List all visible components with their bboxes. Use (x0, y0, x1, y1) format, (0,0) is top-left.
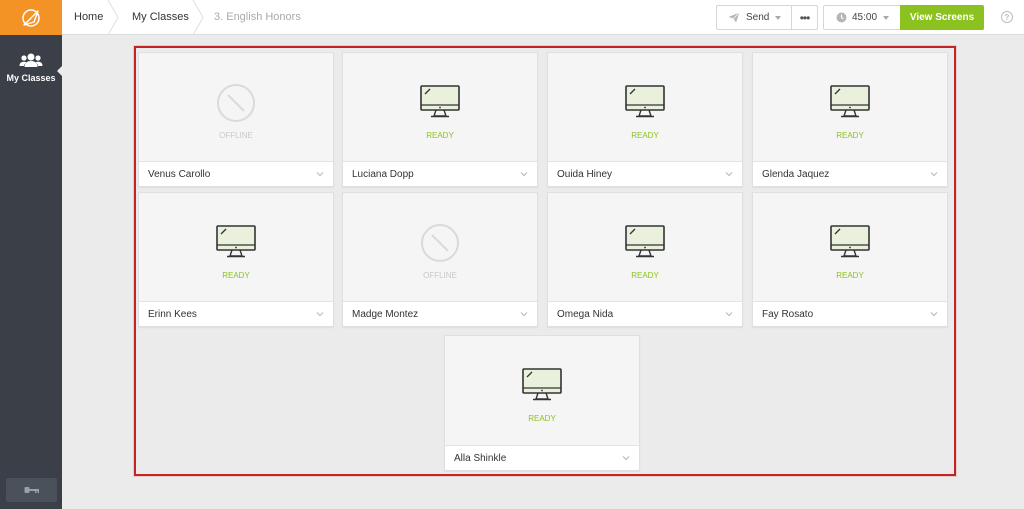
student-name: Madge Montez (352, 308, 419, 320)
student-name: Erinn Kees (148, 308, 197, 320)
student-card[interactable]: READY Fay Rosato (752, 192, 948, 327)
chevron-down-icon (622, 456, 630, 461)
student-screen[interactable]: OFFLINE (343, 193, 537, 303)
student-card[interactable]: OFFLINE Venus Carollo (138, 52, 334, 187)
student-screen[interactable]: READY (139, 193, 333, 303)
chevron-down-icon (725, 312, 733, 317)
student-name: Fay Rosato (762, 308, 814, 320)
active-indicator (57, 66, 62, 76)
monitor-icon (625, 225, 665, 264)
student-name-dropdown[interactable]: Erinn Kees (139, 301, 333, 326)
monitor-icon (216, 225, 256, 264)
chevron-down-icon (930, 172, 938, 177)
student-name: Luciana Dopp (352, 168, 414, 180)
student-status: READY (528, 414, 556, 423)
chevron-down-icon (883, 15, 890, 20)
monitor-icon (830, 225, 870, 264)
student-card[interactable]: READY Omega Nida (547, 192, 743, 327)
student-name-dropdown[interactable]: Omega Nida (548, 301, 742, 326)
monitor-icon (420, 85, 460, 124)
student-name-dropdown[interactable]: Glenda Jaquez (753, 161, 947, 186)
chevron-down-icon (316, 172, 324, 177)
key-icon (24, 487, 39, 493)
send-label: Send (746, 12, 770, 23)
breadcrumb-current: 3. English Honors (214, 11, 301, 23)
student-status: READY (836, 271, 864, 280)
student-status: OFFLINE (423, 271, 457, 280)
student-screen[interactable]: READY (343, 53, 537, 163)
help-icon[interactable]: ? (1001, 11, 1013, 23)
student-status: READY (631, 131, 659, 140)
monitor-icon (625, 85, 665, 124)
logo[interactable] (0, 0, 62, 35)
student-screen[interactable]: READY (548, 193, 742, 303)
view-screens-button[interactable]: View Screens (900, 5, 984, 30)
student-screen[interactable]: READY (445, 336, 639, 446)
more-options-button[interactable]: ••• (791, 5, 818, 30)
clock-icon (836, 12, 847, 23)
student-card[interactable]: READY Luciana Dopp (342, 52, 538, 187)
chevron-down-icon (520, 312, 528, 317)
breadcrumb-my-classes[interactable]: My Classes (132, 0, 189, 35)
sidebar-item-label: My Classes (6, 73, 56, 83)
student-status: READY (836, 131, 864, 140)
student-card[interactable]: READY Ouida Hiney (547, 52, 743, 187)
sidebar-item-my-classes[interactable]: My Classes (0, 52, 62, 104)
student-name-dropdown[interactable]: Madge Montez (343, 301, 537, 326)
student-name: Omega Nida (557, 308, 614, 320)
monitor-icon (830, 85, 870, 124)
student-screen[interactable]: READY (753, 53, 947, 163)
more-icon: ••• (799, 10, 811, 25)
student-status: READY (426, 131, 454, 140)
offline-icon (420, 223, 460, 268)
student-name-dropdown[interactable]: Venus Carollo (139, 161, 333, 186)
student-name: Alla Shinkle (454, 452, 507, 464)
paper-plane-icon (728, 12, 740, 23)
student-card[interactable]: OFFLINE Madge Montez (342, 192, 538, 327)
send-button[interactable]: Send (716, 5, 792, 30)
student-name-dropdown[interactable]: Alla Shinkle (445, 445, 639, 470)
timer-select[interactable]: 45:00 (823, 5, 901, 30)
chevron-down-icon (725, 172, 733, 177)
chevron-down-icon (775, 15, 782, 20)
student-card[interactable]: READY Alla Shinkle (444, 335, 640, 471)
student-name: Glenda Jaquez (762, 168, 830, 180)
student-screen[interactable]: READY (753, 193, 947, 303)
compass-icon (22, 8, 40, 27)
student-name-dropdown[interactable]: Ouida Hiney (548, 161, 742, 186)
student-screen[interactable]: READY (548, 53, 742, 163)
breadcrumb-separator-icon (107, 0, 119, 35)
timer-value: 45:00 (852, 12, 878, 23)
student-name-dropdown[interactable]: Fay Rosato (753, 301, 947, 326)
student-name: Ouida Hiney (557, 168, 613, 180)
student-name: Venus Carollo (148, 168, 211, 180)
monitor-icon (522, 368, 562, 407)
breadcrumb-separator-icon (192, 0, 204, 35)
student-name-dropdown[interactable]: Luciana Dopp (343, 161, 537, 186)
student-card[interactable]: READY Erinn Kees (138, 192, 334, 327)
group-icon (19, 53, 43, 67)
student-status: OFFLINE (219, 131, 253, 140)
sidebar-bottom-button[interactable] (6, 478, 57, 502)
chevron-down-icon (316, 312, 324, 317)
offline-icon (216, 83, 256, 128)
student-screen[interactable]: OFFLINE (139, 53, 333, 163)
student-status: READY (222, 271, 250, 280)
chevron-down-icon (930, 312, 938, 317)
sidebar: My Classes (0, 0, 62, 509)
student-card[interactable]: READY Glenda Jaquez (752, 52, 948, 187)
student-status: READY (631, 271, 659, 280)
chevron-down-icon (520, 172, 528, 177)
breadcrumb-home[interactable]: Home (74, 0, 103, 35)
